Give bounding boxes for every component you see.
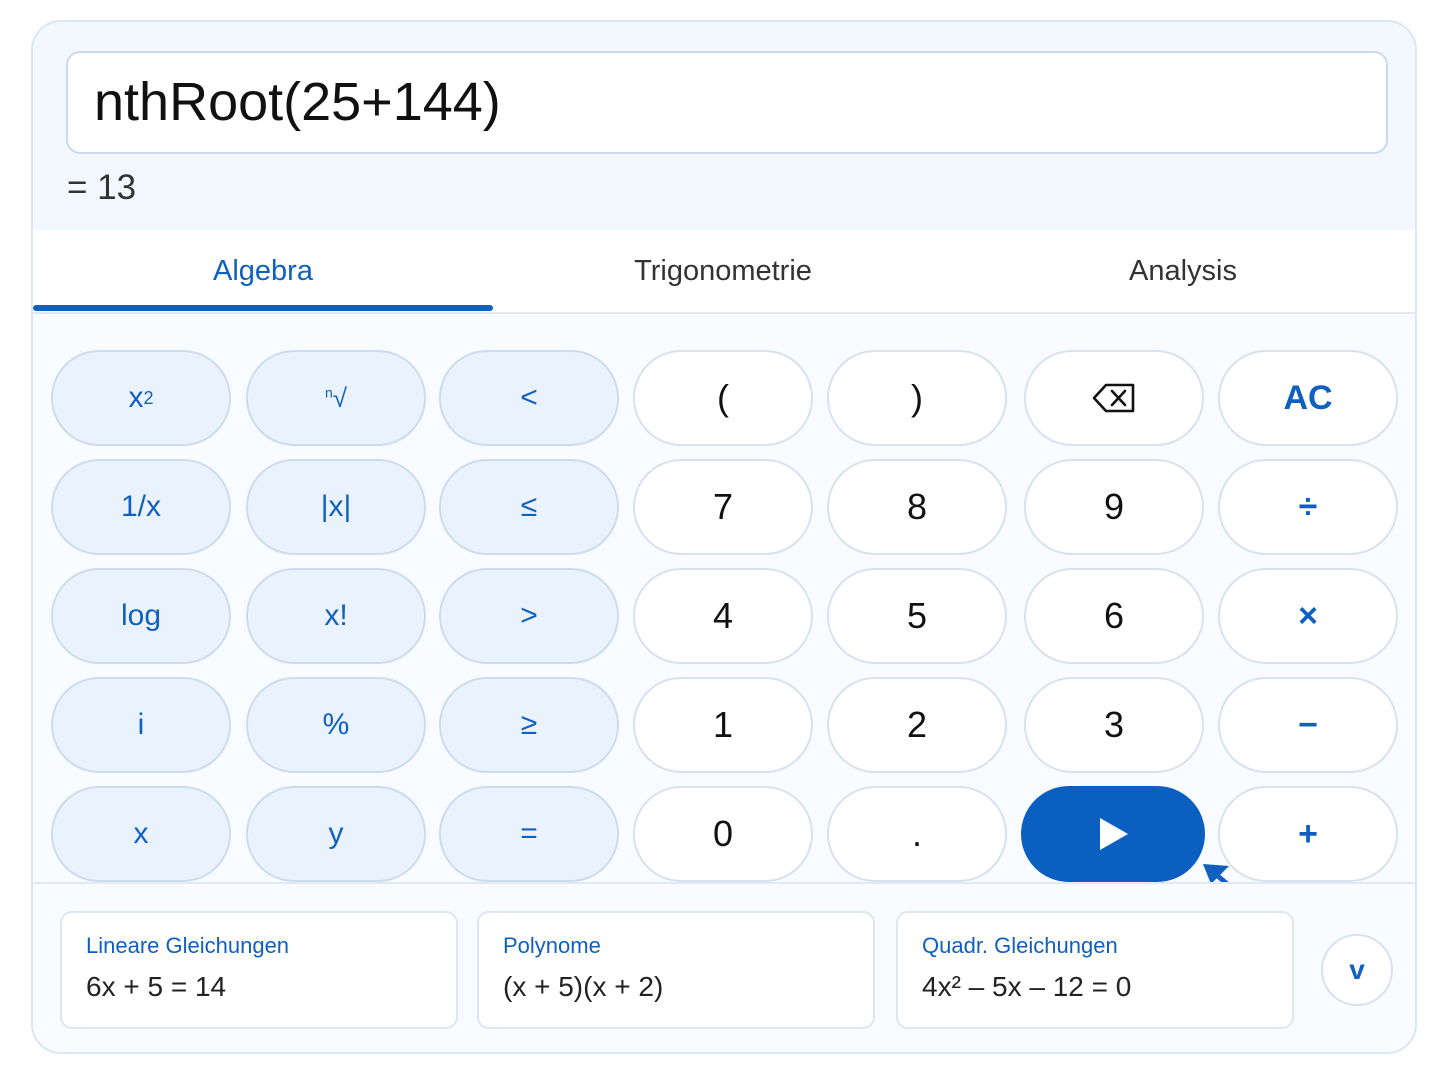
tab-trigonometrie[interactable]: Trigonometrie	[493, 230, 953, 312]
digit-1-button[interactable]: 1	[633, 677, 813, 773]
less-equal-button[interactable]: ≤	[439, 459, 619, 555]
log-button[interactable]: log	[51, 568, 231, 664]
close-paren-button[interactable]: )	[827, 350, 1007, 446]
keypad: x2 n√ < ( ) AC 1/x |x| ≤ 7 8 9 ÷ log x! …	[33, 314, 1415, 907]
equals-button[interactable]: =	[439, 786, 619, 882]
backspace-icon	[1092, 383, 1135, 413]
digit-4-button[interactable]: 4	[633, 568, 813, 664]
digit-3-button[interactable]: 3	[1024, 677, 1204, 773]
nth-root-icon: n√	[325, 383, 347, 414]
multiply-button[interactable]: ×	[1218, 568, 1398, 664]
result-text: = 13	[67, 168, 137, 207]
example-card-linear[interactable]: Lineare Gleichungen 6x + 5 = 14	[60, 911, 458, 1029]
minus-button[interactable]: −	[1218, 677, 1398, 773]
example-expression: 4x² – 5x – 12 = 0	[922, 971, 1132, 1002]
digit-6-button[interactable]: 6	[1024, 568, 1204, 664]
expression-input[interactable]: nthRoot(25+144)	[66, 51, 1388, 154]
digit-8-button[interactable]: 8	[827, 459, 1007, 555]
digit-9-button[interactable]: 9	[1024, 459, 1204, 555]
greater-than-button[interactable]: >	[439, 568, 619, 664]
example-title: Quadr. Gleichungen	[922, 933, 1118, 958]
play-icon	[1100, 818, 1128, 850]
x-squared-button[interactable]: x2	[51, 350, 231, 446]
example-card-polynomials[interactable]: Polynome (x + 5)(x + 2)	[477, 911, 875, 1029]
decimal-point-button[interactable]: .	[827, 786, 1007, 882]
example-title: Polynome	[503, 933, 601, 958]
tab-analysis[interactable]: Analysis	[953, 230, 1413, 312]
all-clear-button[interactable]: AC	[1218, 350, 1398, 446]
tab-algebra[interactable]: Algebra	[33, 230, 493, 312]
example-title: Lineare Gleichungen	[86, 933, 290, 958]
nth-root-button[interactable]: n√	[246, 350, 426, 446]
less-than-button[interactable]: <	[439, 350, 619, 446]
factorial-button[interactable]: x!	[246, 568, 426, 664]
nth-root-index: n	[324, 383, 333, 400]
x-squared-base: x	[128, 381, 144, 414]
more-examples-button[interactable]: v	[1321, 934, 1393, 1006]
example-card-quadratic[interactable]: Quadr. Gleichungen 4x² – 5x – 12 = 0	[896, 911, 1294, 1029]
example-expression: (x + 5)(x + 2)	[503, 971, 664, 1002]
imaginary-unit-button[interactable]: i	[51, 677, 231, 773]
variable-y-button[interactable]: y	[246, 786, 426, 882]
example-expression: 6x + 5 = 14	[86, 971, 227, 1002]
examples-bar: Lineare Gleichungen 6x + 5 = 14 Polynome…	[33, 882, 1415, 1052]
absolute-value-button[interactable]: |x|	[246, 459, 426, 555]
backspace-button[interactable]	[1024, 350, 1204, 446]
active-tab-indicator	[33, 305, 493, 311]
display-area: nthRoot(25+144) = 13	[33, 22, 1415, 232]
divide-button[interactable]: ÷	[1218, 459, 1398, 555]
enter-button[interactable]	[1021, 786, 1205, 882]
open-paren-button[interactable]: (	[633, 350, 813, 446]
digit-5-button[interactable]: 5	[827, 568, 1007, 664]
calculator-panel: nthRoot(25+144) = 13 Algebra Trigonometr…	[31, 20, 1417, 1054]
digit-0-button[interactable]: 0	[633, 786, 813, 882]
digit-2-button[interactable]: 2	[827, 677, 1007, 773]
tab-bar: Algebra Trigonometrie Analysis	[33, 230, 1415, 314]
reciprocal-button[interactable]: 1/x	[51, 459, 231, 555]
digit-7-button[interactable]: 7	[633, 459, 813, 555]
expression-text: nthRoot(25+144)	[94, 72, 501, 132]
percent-button[interactable]: %	[246, 677, 426, 773]
nth-root-radical: √	[332, 382, 348, 413]
variable-x-button[interactable]: x	[51, 786, 231, 882]
greater-equal-button[interactable]: ≥	[439, 677, 619, 773]
